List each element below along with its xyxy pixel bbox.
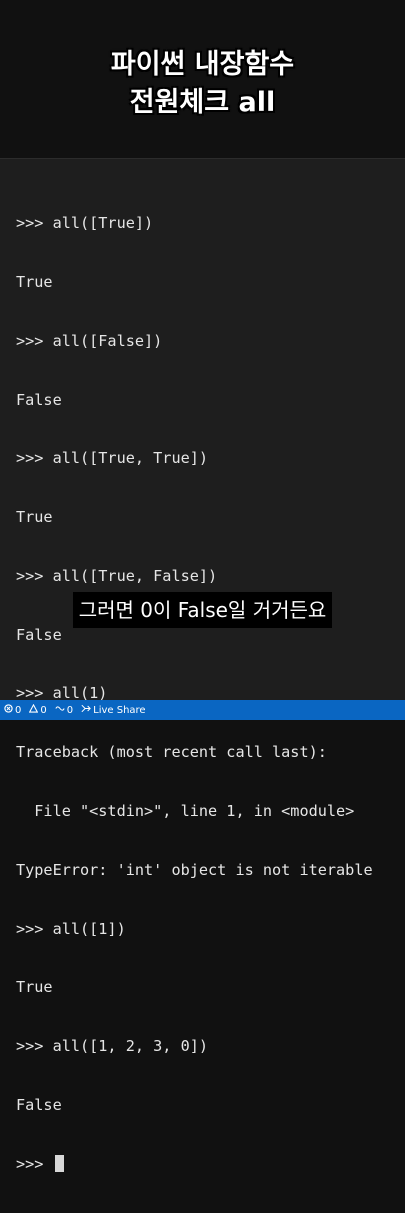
console-line: >>> all([False]): [16, 331, 163, 350]
console-line: >>> all([True, False]): [16, 566, 218, 585]
warnings-indicator[interactable]: 0: [29, 703, 47, 716]
prompt-text: >>>: [16, 1154, 53, 1173]
video-title: 파이썬 내장함수 전원체크 all: [0, 46, 405, 122]
live-share-label: Live Share: [93, 704, 146, 716]
console-line: >>> all([1, 2, 3, 0]): [16, 1037, 209, 1056]
warnings-count: 0: [40, 704, 47, 716]
console-line: False: [16, 625, 62, 644]
warning-icon: [29, 703, 39, 716]
live-share-icon: [81, 704, 91, 716]
ports-count: 0: [66, 704, 74, 716]
console-line: False: [16, 1095, 62, 1114]
console-line: False: [16, 390, 62, 409]
live-share-button[interactable]: Live Share: [81, 704, 146, 716]
error-icon: [4, 704, 13, 716]
errors-indicator[interactable]: 0: [4, 704, 21, 716]
subtitle-caption: 그러면 0이 False일 거거든요: [0, 592, 405, 628]
ports-indicator[interactable]: 0: [55, 704, 73, 716]
console-line: >>> all([1]): [16, 919, 126, 938]
console-line: File "<stdin>", line 1, in <module>: [16, 802, 355, 820]
title-line-2: 전원체크 all: [129, 87, 276, 118]
port-icon: [55, 704, 65, 716]
console-line: True: [16, 272, 53, 291]
text-cursor: [54, 1154, 64, 1172]
console-line: True: [16, 978, 53, 997]
active-prompt-line[interactable]: >>>: [16, 1154, 373, 1175]
python-console-output: >>> all([True]) True >>> all([False]) Fa…: [16, 175, 373, 1213]
title-line-1: 파이썬 내장함수: [110, 49, 295, 80]
console-line: >>> all([True, True]): [16, 449, 209, 468]
console-line: TypeError: 'int' object is not iterable: [16, 860, 373, 879]
caption-text: 그러면 0이 False일 거거든요: [72, 592, 333, 628]
console-line: Traceback (most recent call last):: [16, 743, 327, 762]
errors-count: 0: [15, 704, 22, 716]
console-line: True: [16, 508, 53, 527]
status-bar: 0 0 0 Live Share: [0, 700, 405, 720]
console-line: >>> all([True]): [16, 214, 154, 233]
